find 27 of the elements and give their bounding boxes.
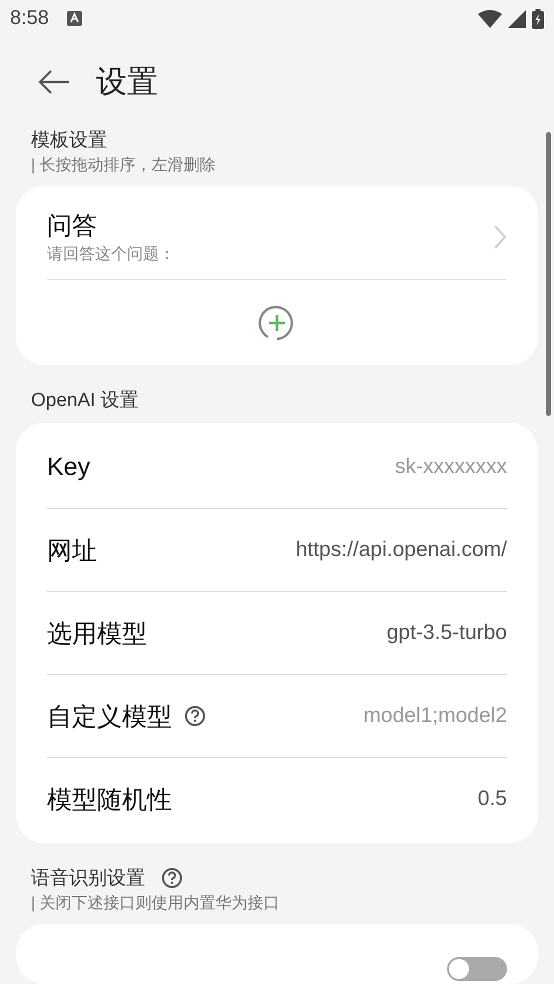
section-hint: | 长按拖动排序，左滑删除 (31, 156, 217, 176)
section-title: 语音识别设置 (31, 867, 145, 891)
help-icon[interactable] (184, 705, 206, 727)
section-title: 模板设置 (31, 129, 107, 153)
back-icon[interactable] (38, 69, 70, 96)
wifi-icon (478, 10, 502, 28)
section-hint: | 关闭下述接口则使用内置华为接口 (31, 894, 281, 914)
chevron-right-icon (493, 224, 507, 250)
keyboard-icon (66, 11, 82, 26)
clock: 8:58 (10, 7, 49, 30)
help-icon[interactable] (161, 867, 183, 889)
setting-label: 网址 (47, 536, 97, 566)
setting-value[interactable]: https://api.openai.com/ (296, 538, 507, 562)
add-icon[interactable] (258, 304, 296, 342)
toggle-switch[interactable] (447, 957, 507, 981)
signal-icon (508, 10, 526, 28)
section-title: OpenAI 设置 (31, 389, 139, 413)
setting-value[interactable]: gpt-3.5-turbo (386, 621, 507, 645)
setting-value[interactable]: 0.5 (478, 787, 507, 811)
page-title: 设置 (96, 63, 158, 102)
setting-label: 自定义模型 (47, 702, 172, 732)
template-prompt: 请回答这个问题： (47, 244, 176, 265)
battery-icon (532, 8, 544, 29)
template-title: 问答 (47, 211, 98, 242)
setting-label: Key (47, 452, 90, 482)
setting-label: 模型随机性 (47, 784, 172, 816)
setting-label: 选用模型 (47, 618, 147, 650)
